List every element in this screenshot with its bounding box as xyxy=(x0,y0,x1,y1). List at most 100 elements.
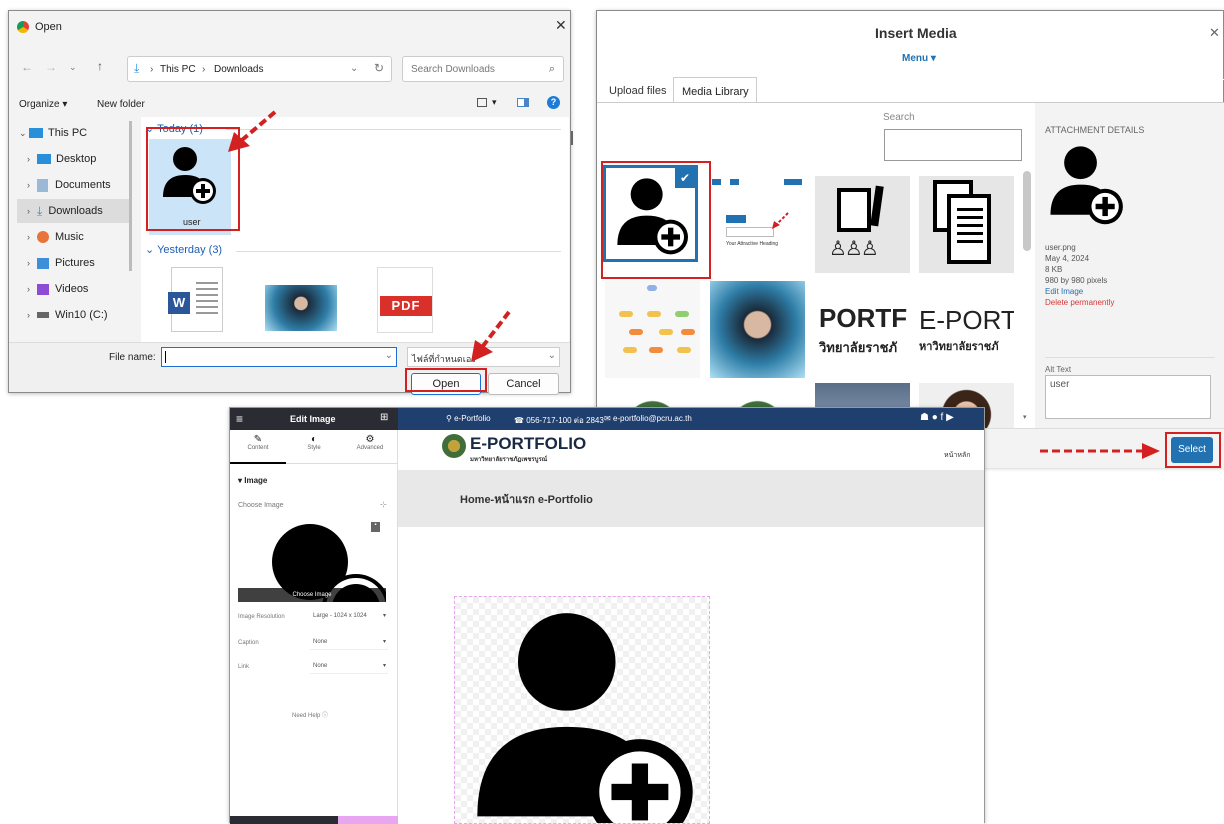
nav-item-desktop[interactable]: › Desktop xyxy=(27,147,137,171)
chevron-down-icon[interactable]: ⌄ xyxy=(385,350,393,361)
file-image-thumb[interactable] xyxy=(265,285,337,331)
document-icon xyxy=(947,194,991,264)
grid-icon[interactable]: ⊞ xyxy=(380,412,388,423)
chevron-down-icon[interactable]: ⌄ xyxy=(69,62,77,73)
insert-media-dialog: Insert Media Menu ▾ ✕ Upload files Media… xyxy=(596,10,1224,468)
site-topbar: ⚲ e-Portfolio ☎ 056-717-100 ต่อ 2843 ✉ e… xyxy=(398,408,984,430)
dialog-titlebar: Open ✕ xyxy=(9,11,570,43)
gear-icon: ⚙ xyxy=(365,434,375,445)
nav-item-documents[interactable]: › Documents xyxy=(27,173,137,197)
nav-item-pictures[interactable]: › Pictures xyxy=(27,251,137,275)
tab-style[interactable]: ◐ Style xyxy=(286,430,342,464)
need-help-link[interactable]: Need Help ⓘ xyxy=(292,710,328,719)
highlight-box-select xyxy=(1165,432,1221,468)
nav-home-link[interactable]: หน้าหลัก xyxy=(944,450,970,461)
help-icon[interactable]: ? xyxy=(547,96,560,109)
brand-subtitle: มหาวิทยาลัยราชภัฏเพชรบูรณ์ xyxy=(470,457,548,463)
content-scrollbar[interactable] xyxy=(571,131,573,145)
choose-image-label: Choose Image xyxy=(238,502,284,509)
preview-pane-icon[interactable] xyxy=(517,98,529,107)
chevron-down-icon[interactable]: ⌄ xyxy=(350,63,358,74)
media-menu-dropdown[interactable]: Menu ▾ xyxy=(902,53,936,64)
media-search-input[interactable] xyxy=(884,129,1022,161)
link-select[interactable]: None ▾ xyxy=(310,660,388,674)
choose-image-button[interactable]: Choose Image xyxy=(238,588,386,602)
nav-item-videos[interactable]: › Videos xyxy=(27,277,137,301)
forward-arrow-icon[interactable]: → xyxy=(45,60,57,74)
university-logo[interactable] xyxy=(442,434,466,458)
media-item-document-team[interactable]: ♙♙♙ xyxy=(815,176,910,273)
download-arrow-icon: ⤓ xyxy=(134,61,140,75)
up-arrow-icon[interactable]: ↑ xyxy=(97,59,103,73)
image-widget[interactable] xyxy=(454,596,710,824)
detail-size: 8 KB xyxy=(1045,265,1063,274)
dynamic-tags-icon[interactable]: ⊹ xyxy=(380,500,387,509)
resolution-select[interactable]: Large - 1024 x 1024 ▾ xyxy=(310,610,388,624)
group-header-yesterday[interactable]: ⌄ Yesterday (3) xyxy=(145,243,222,256)
red-arrow-icon xyxy=(471,310,511,362)
topbar-site[interactable]: ⚲ e-Portfolio xyxy=(446,414,491,423)
search-label: Search xyxy=(883,112,915,123)
tab-upload-files[interactable]: Upload files xyxy=(609,85,666,97)
address-part-downloads[interactable]: Downloads xyxy=(214,64,263,75)
nav-scrollbar[interactable] xyxy=(129,121,132,271)
caption-select[interactable]: None ▾ xyxy=(310,636,388,650)
media-item-portfolio-b[interactable]: E-PORTF หาวิทยาลัยราชภั xyxy=(919,281,1014,378)
delete-permanently-link[interactable]: Delete permanently xyxy=(1045,298,1114,307)
red-arrow-icon xyxy=(228,110,277,152)
tab-advanced[interactable]: ⚙ Advanced xyxy=(342,430,398,464)
pdf-icon: PDF xyxy=(380,296,432,316)
tab-content[interactable]: ✎ Content xyxy=(230,430,286,464)
downloads-icon: ⤓ xyxy=(37,203,43,218)
file-pdf[interactable]: PDF xyxy=(377,267,433,333)
brand-title[interactable]: E-PORTFOLIO xyxy=(470,434,586,454)
page-title: Home-หน้าแรก e-Portfolio xyxy=(460,494,593,506)
nav-item-drive-c[interactable]: › Win10 (C:) xyxy=(27,303,137,327)
view-options-icon[interactable] xyxy=(477,98,487,107)
new-folder-button[interactable]: New folder xyxy=(97,99,145,110)
media-item-face-tech[interactable] xyxy=(710,281,805,378)
attachment-details-panel: ATTACHMENT DETAILS user.png May 4, 2024 … xyxy=(1035,103,1224,428)
hamburger-icon[interactable]: ≡ xyxy=(236,412,243,426)
organize-button[interactable]: Organize ▾ xyxy=(19,99,67,110)
chrome-icon xyxy=(17,21,29,33)
media-scrollbar[interactable] xyxy=(1023,171,1031,251)
detail-filename: user.png xyxy=(1045,243,1076,252)
social-icons[interactable]: ☗ ● f ▶ xyxy=(920,412,954,423)
edit-image-link[interactable]: Edit Image xyxy=(1045,287,1083,296)
close-icon[interactable]: ✕ xyxy=(555,17,567,34)
field-label-link: Link xyxy=(238,664,250,670)
topbar-email[interactable]: ✉ e-portfolio@pcru.ac.th xyxy=(604,414,692,423)
file-word-doc[interactable]: W xyxy=(168,267,223,332)
back-arrow-icon[interactable]: ← xyxy=(21,60,33,74)
image-picker-preview[interactable]: Choose Image ▪ xyxy=(238,516,386,602)
file-name-input[interactable]: ⌄ xyxy=(161,347,397,367)
editor-panel: ✎ Content ◐ Style ⚙ Advanced ▾ Image Cho… xyxy=(230,430,398,824)
alt-text-label: Alt Text xyxy=(1045,365,1072,374)
close-icon[interactable]: ✕ xyxy=(1209,25,1220,41)
alt-text-input[interactable]: user xyxy=(1045,375,1211,419)
topbar-phone[interactable]: ☎ 056-717-100 ต่อ 2843 xyxy=(514,414,604,427)
nav-item-downloads[interactable]: › ⤓ Downloads xyxy=(17,199,129,223)
media-dialog-title: Insert Media xyxy=(875,25,957,41)
search-input[interactable]: Search Downloads ⌕ xyxy=(402,56,564,82)
trash-icon[interactable]: ▪ xyxy=(371,522,380,532)
music-icon xyxy=(37,231,49,243)
elementor-editor: ≡ Edit Image ⊞ ⚲ e-Portfolio ☎ 056-717-1… xyxy=(229,407,985,824)
nav-item-thispc[interactable]: ⌄ This PC xyxy=(19,121,129,145)
desktop-icon xyxy=(37,154,51,164)
refresh-icon[interactable]: ↻ xyxy=(374,61,384,75)
media-item-documents[interactable] xyxy=(919,176,1014,273)
nav-item-music[interactable]: › Music xyxy=(27,225,137,249)
mini-heading-text: Your Attractive Heading xyxy=(726,241,779,247)
cancel-button[interactable]: Cancel xyxy=(488,373,559,395)
media-item-screenshot[interactable]: Your Attractive Heading xyxy=(710,171,805,268)
address-bar[interactable]: ⤓ › This PC › Downloads ⌄ ↻ xyxy=(127,56,392,82)
tab-media-library[interactable]: Media Library xyxy=(673,77,757,103)
media-item-portfolio-a[interactable]: PORTF วิทยาลัยราชภั xyxy=(815,281,910,378)
detail-date: May 4, 2024 xyxy=(1045,254,1090,263)
media-item-diagram[interactable] xyxy=(605,281,700,378)
toolbar: Organize ▾ New folder ▾ ? xyxy=(9,91,570,117)
address-part-thispc[interactable]: This PC xyxy=(160,64,196,75)
section-image-toggle[interactable]: ▾ Image xyxy=(238,476,267,485)
